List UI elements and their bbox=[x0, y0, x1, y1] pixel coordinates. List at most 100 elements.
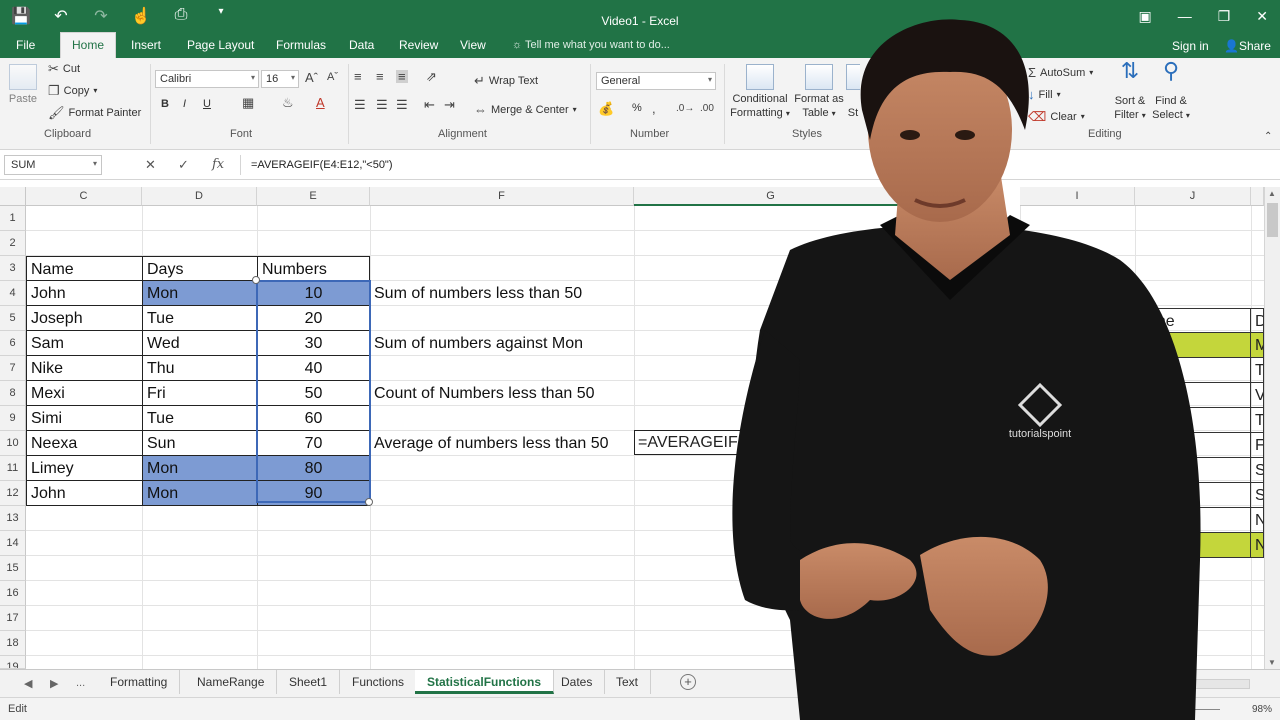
right-table-cell-b[interactable]: V bbox=[1251, 383, 1264, 408]
vertical-scrollbar[interactable]: ▲ ▼ bbox=[1264, 187, 1280, 669]
font-color-button[interactable]: A bbox=[316, 96, 325, 109]
cancel-entry-icon[interactable]: ✕ bbox=[145, 157, 156, 173]
column-header-j[interactable]: J bbox=[1135, 187, 1251, 206]
name-box[interactable]: SUM ▾ bbox=[4, 155, 102, 175]
table-cell-name[interactable]: Mexi bbox=[26, 381, 142, 406]
table-cell-day[interactable]: Fri bbox=[142, 381, 257, 406]
font-size-select[interactable]: 16 ▾ bbox=[261, 70, 299, 88]
table-cell-day[interactable]: Mon bbox=[142, 456, 257, 481]
table-cell-name[interactable]: Joseph bbox=[26, 306, 142, 331]
row-header[interactable]: 18 bbox=[0, 631, 26, 656]
tab-review[interactable]: Review bbox=[399, 38, 438, 52]
label-count-less-than-50[interactable]: Count of Numbers less than 50 bbox=[370, 381, 634, 406]
horizontal-scrollbar[interactable] bbox=[1100, 679, 1250, 689]
column-header-d[interactable]: D bbox=[142, 187, 257, 206]
column-header-g[interactable]: G bbox=[634, 187, 908, 206]
row-header[interactable]: 15 bbox=[0, 556, 26, 581]
decrease-decimal-button[interactable]: .00 bbox=[700, 102, 714, 115]
sheet-tab-namerange[interactable]: NameRange bbox=[185, 670, 278, 694]
table-cell-name[interactable]: Sam bbox=[26, 331, 142, 356]
sort-filter-button[interactable]: ⇅ Sort & Filter ▾ bbox=[1110, 60, 1150, 123]
align-right-button[interactable]: ☰ bbox=[396, 98, 408, 111]
confirm-entry-icon[interactable]: ✓ bbox=[178, 157, 189, 173]
table-cell-number[interactable]: 80 bbox=[257, 456, 370, 481]
right-table-cell-a[interactable] bbox=[1135, 383, 1251, 408]
cut-button[interactable]: ✂ Cut bbox=[48, 62, 80, 75]
select-all-corner[interactable] bbox=[0, 187, 26, 206]
bottom-align-button[interactable]: ≡ bbox=[396, 70, 408, 83]
comma-button[interactable]: , bbox=[652, 102, 656, 115]
copy-button[interactable]: ❐ Copy ▾ bbox=[48, 84, 97, 97]
right-table-cell-b[interactable]: F bbox=[1251, 433, 1264, 458]
row-header[interactable]: 3 bbox=[0, 256, 26, 281]
table-cell-day[interactable]: Mon bbox=[142, 481, 257, 506]
row-header[interactable]: 17 bbox=[0, 606, 26, 631]
right-table-cell-a[interactable]: oh bbox=[1135, 358, 1251, 383]
increase-indent-button[interactable]: ⇥ bbox=[444, 98, 455, 111]
right-table-cell-b[interactable]: S bbox=[1251, 458, 1264, 483]
sign-in-link[interactable]: Sign in bbox=[1172, 39, 1209, 53]
chevron-down-icon[interactable]: ▼ bbox=[1268, 658, 1276, 667]
row-header[interactable]: 4 bbox=[0, 281, 26, 306]
right-table-cell-b[interactable]: M bbox=[1251, 333, 1264, 358]
scroll-thumb[interactable] bbox=[1267, 203, 1278, 237]
row-header[interactable]: 12 bbox=[0, 481, 26, 506]
collapse-ribbon-button[interactable]: ⌃ bbox=[1264, 130, 1272, 143]
wrap-text-button[interactable]: ↵ Wrap Text bbox=[474, 74, 538, 87]
table-cell-day[interactable]: Wed bbox=[142, 331, 257, 356]
middle-align-button[interactable]: ≡ bbox=[376, 70, 384, 83]
label-sum-against-mon[interactable]: Sum of numbers against Mon bbox=[370, 331, 634, 356]
label-sum-less-than-50[interactable]: Sum of numbers less than 50 bbox=[370, 281, 634, 306]
table-cell-day[interactable]: Tue bbox=[142, 406, 257, 431]
paste-button[interactable]: Paste bbox=[8, 64, 38, 106]
shrink-font-button[interactable]: Aˇ bbox=[327, 71, 338, 84]
row-header[interactable]: 5 bbox=[0, 306, 26, 331]
right-table-cell-a[interactable] bbox=[1135, 433, 1251, 458]
chevron-up-icon[interactable]: ▲ bbox=[1268, 189, 1276, 198]
zoom-slider[interactable] bbox=[1110, 709, 1220, 710]
table-cell-name[interactable]: John bbox=[26, 481, 142, 506]
bold-button[interactable]: B bbox=[161, 98, 169, 110]
zoom-level[interactable]: 98% bbox=[1252, 704, 1272, 715]
table-cell-number[interactable]: 10 bbox=[257, 281, 370, 306]
add-sheet-icon[interactable]: + bbox=[680, 674, 696, 690]
right-table-cell-b[interactable]: T bbox=[1251, 358, 1264, 383]
clear-button[interactable]: ⌫ Clear ▾ bbox=[1028, 110, 1085, 123]
row-header[interactable]: 6 bbox=[0, 331, 26, 356]
right-table-cell-a[interactable] bbox=[1135, 483, 1251, 508]
autosum-button[interactable]: Σ AutoSum ▾ bbox=[1028, 66, 1093, 79]
merge-center-button[interactable]: ⇔ Merge & Center ▾ bbox=[474, 103, 577, 116]
right-table-cell-b[interactable]: N bbox=[1251, 508, 1264, 533]
right-table-cell-a[interactable] bbox=[1135, 533, 1251, 558]
tab-home[interactable]: Home bbox=[60, 32, 117, 58]
align-center-button[interactable]: ☰ bbox=[376, 98, 388, 111]
column-header-i[interactable]: I bbox=[1020, 187, 1135, 206]
conditional-formatting-button[interactable]: Conditional Formatting ▾ bbox=[728, 64, 792, 121]
orientation-button[interactable]: ⇗ bbox=[426, 70, 437, 83]
insert-function-icon[interactable]: fx bbox=[212, 157, 224, 172]
format-as-table-button[interactable]: Format as Table ▾ bbox=[794, 64, 844, 121]
row-header[interactable]: 10 bbox=[0, 431, 26, 456]
more-sheets-button[interactable]: ... bbox=[76, 677, 85, 689]
number-format-select[interactable]: General ▾ bbox=[596, 72, 716, 90]
grow-font-button[interactable]: Aˆ bbox=[305, 71, 318, 84]
row-header[interactable]: 19 bbox=[0, 656, 26, 669]
row-header[interactable]: 1 bbox=[0, 206, 26, 231]
right-table-cell-a[interactable] bbox=[1135, 458, 1251, 483]
table-cell-day[interactable]: Sun bbox=[142, 431, 257, 456]
align-left-button[interactable]: ☰ bbox=[354, 98, 366, 111]
table-cell-number[interactable]: 50 bbox=[257, 381, 370, 406]
sheet-tab-functions[interactable]: Functions bbox=[340, 670, 418, 694]
cell-e3[interactable]: Numbers bbox=[257, 256, 370, 281]
underline-button[interactable]: U bbox=[203, 98, 211, 110]
table-cell-number[interactable]: 60 bbox=[257, 406, 370, 431]
font-name-select[interactable]: Calibri ▾ bbox=[155, 70, 259, 88]
right-table-cell-b[interactable]: T bbox=[1251, 408, 1264, 433]
decrease-indent-button[interactable]: ⇤ bbox=[424, 98, 435, 111]
table-cell-name[interactable]: Neexa bbox=[26, 431, 142, 456]
row-header[interactable]: 13 bbox=[0, 506, 26, 531]
ribbon-display-icon[interactable]: ▣ bbox=[1138, 8, 1151, 25]
tab-file[interactable]: File bbox=[16, 38, 35, 52]
right-table-cell-a[interactable] bbox=[1135, 508, 1251, 533]
cell-d3[interactable]: Days bbox=[142, 256, 257, 281]
